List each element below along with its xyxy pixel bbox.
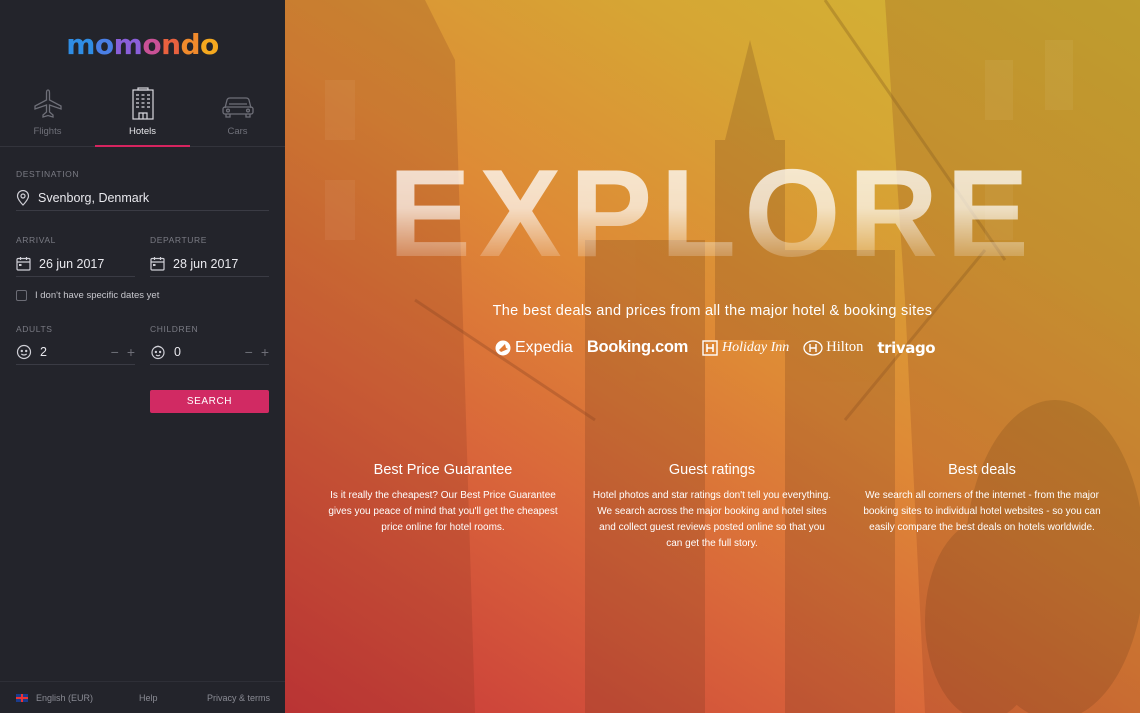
destination-value: Svenborg, Denmark — [38, 190, 150, 205]
booking-logo: Booking.com — [586, 338, 689, 356]
arrival-date-field[interactable]: 26 jun 2017 — [16, 251, 135, 277]
adults-label: ADULTS — [16, 324, 53, 334]
destination-field[interactable]: Svenborg, Denmark — [16, 185, 269, 211]
uk-flag-icon — [16, 693, 28, 702]
children-stepper: 0 − + — [150, 339, 269, 365]
departure-date-field[interactable]: 28 jun 2017 — [150, 251, 269, 277]
arrival-label: ARRIVAL — [16, 235, 56, 245]
tab-cars-label: Cars — [227, 126, 248, 137]
tab-flights[interactable]: Flights — [0, 85, 95, 146]
feature-text: We search all corners of the internet - … — [863, 490, 1101, 533]
feature-guest-ratings: Guest ratings Hotel photos and star rati… — [592, 462, 832, 552]
product-tabs: Flights Hotels Cars — [0, 85, 285, 147]
expedia-globe-icon — [495, 340, 511, 355]
tab-hotels[interactable]: Hotels — [95, 85, 190, 147]
calendar-icon — [150, 257, 165, 271]
hilton-logo: Hilton — [803, 339, 863, 356]
feature-best-deals: Best deals We search all corners of the … — [862, 462, 1102, 536]
hotel-building-icon — [131, 87, 154, 120]
logo-text: momondo — [66, 28, 219, 61]
airplane-icon — [33, 89, 62, 118]
sidebar-footer: English (EUR) Help Privacy & terms — [0, 681, 285, 713]
children-value[interactable]: 0 — [174, 345, 181, 359]
help-link[interactable]: Help — [139, 693, 158, 703]
child-face-icon — [151, 345, 165, 359]
feature-title: Guest ratings — [668, 462, 756, 478]
location-pin-icon — [16, 189, 30, 206]
tab-hotels-label: Hotels — [129, 126, 156, 137]
adults-decrease-button[interactable]: − — [111, 345, 119, 359]
car-icon — [221, 97, 254, 118]
children-decrease-button[interactable]: − — [245, 345, 253, 359]
adults-value[interactable]: 2 — [40, 345, 47, 359]
tab-cars[interactable]: Cars — [190, 85, 285, 146]
calendar-icon — [16, 257, 31, 271]
feature-title: Best Price Guarantee — [373, 462, 513, 478]
partner-logos: Expedia Booking.com Holiday Inn Hilton t… — [495, 338, 936, 357]
adult-face-icon — [16, 344, 32, 359]
language-label: English (EUR) — [36, 692, 94, 703]
feature-title: Best deals — [948, 462, 1016, 478]
holiday-inn-logo: Holiday Inn — [702, 340, 789, 356]
departure-label: DEPARTURE — [150, 235, 208, 245]
adults-stepper: 2 − + — [16, 339, 135, 365]
no-dates-checkbox[interactable] — [16, 290, 27, 301]
hero-banner: EXPLORE The best deals and prices from a… — [285, 0, 1140, 713]
holiday-inn-h-icon — [702, 339, 718, 356]
destination-label: DESTINATION — [16, 169, 80, 179]
no-dates-option[interactable]: I don't have specific dates yet — [16, 290, 159, 301]
hilton-emblem-icon — [803, 339, 823, 356]
privacy-terms-link[interactable]: Privacy & terms — [207, 693, 270, 703]
departure-date-value: 28 jun 2017 — [173, 256, 239, 271]
tab-flights-label: Flights — [33, 126, 62, 137]
no-dates-label[interactable]: I don't have specific dates yet — [35, 290, 159, 301]
children-increase-button[interactable]: + — [261, 345, 269, 359]
hero-tagline: The best deals and prices from all the m… — [492, 303, 933, 319]
arrival-date-value: 26 jun 2017 — [39, 256, 105, 271]
language-selector[interactable]: English (EUR) — [16, 693, 93, 703]
feature-best-price: Best Price Guarantee Is it really the ch… — [323, 462, 563, 536]
momondo-logo[interactable]: momondo — [0, 28, 285, 61]
expedia-logo: Expedia — [495, 339, 573, 357]
children-label: CHILDREN — [150, 324, 199, 334]
search-sidebar: momondo Flights Hotels Cars DESTINATION … — [0, 0, 285, 713]
adults-increase-button[interactable]: + — [127, 345, 135, 359]
search-button[interactable]: SEARCH — [150, 390, 269, 413]
feature-text: Is it really the cheapest? Our Best Pric… — [328, 490, 558, 533]
feature-text: Hotel photos and star ratings don't tell… — [592, 490, 832, 549]
hero-headline: EXPLORE — [388, 145, 1037, 283]
trivago-logo: trivago — [877, 338, 936, 357]
